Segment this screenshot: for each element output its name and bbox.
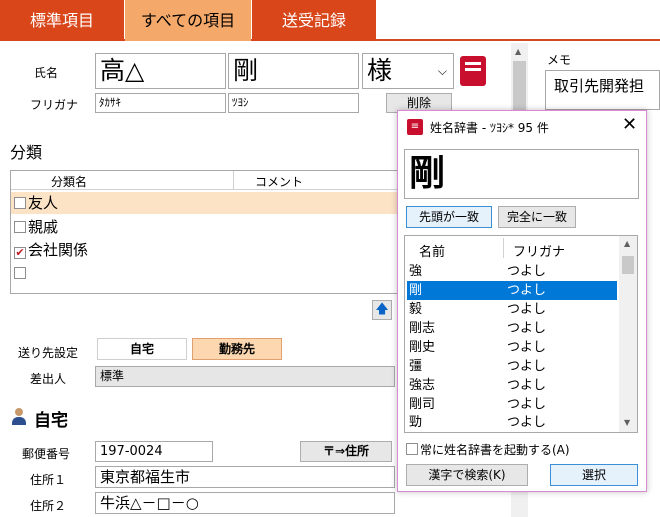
furigana-label: フリガナ — [30, 98, 79, 112]
dictionary-app-icon: ≡ — [407, 119, 423, 135]
name-dictionary-dialog: ≡ 姓名辞書 - ﾂﾖｼ* 95 件 ✕ 剛 先頭が一致 完全に一致 名前 フリ… — [397, 110, 647, 492]
home-heading: 自宅 — [34, 411, 68, 431]
item-kana: つよし — [507, 264, 547, 279]
item-kana: つよし — [507, 415, 547, 430]
postal-to-address-button[interactable]: 〒⇒住所 — [300, 441, 392, 462]
address1-label: 住所１ — [30, 473, 67, 487]
item-name: 剛史 — [409, 340, 436, 355]
name-label: 氏名 — [34, 66, 59, 80]
tab-all-items[interactable]: すべての項目 — [125, 0, 251, 41]
category-col-name: 分類名 — [51, 175, 88, 189]
item-name: 剛 — [409, 283, 423, 298]
list-item[interactable]: 強 つよし — [407, 262, 617, 281]
dialog-title: 姓名辞書 - ﾂﾖｼ* 95 件 — [430, 121, 549, 135]
category-row-label: 友人 — [28, 194, 59, 212]
tab-standard-items[interactable]: 標準項目 — [0, 0, 124, 41]
list-item[interactable]: 剛志 つよし — [407, 319, 617, 338]
category-row[interactable]: 親戚 — [14, 216, 58, 238]
results-scrollbar[interactable]: ▲ ▼ — [619, 236, 637, 432]
item-name: 強 — [409, 264, 423, 279]
send-setting-label: 送り先設定 — [18, 346, 79, 360]
always-launch-checkbox[interactable]: 常に姓名辞書を起動する(A) — [406, 441, 570, 458]
last-name-field[interactable]: 高△ — [95, 53, 226, 89]
always-launch-label: 常に姓名辞書を起動する(A) — [420, 443, 570, 457]
scroll-down-arrow-icon[interactable]: ▼ — [624, 418, 630, 427]
send-home-button[interactable]: 自宅 — [97, 338, 187, 360]
chevron-down-icon: ⌵ — [437, 64, 447, 78]
category-row-label: 親戚 — [28, 218, 59, 236]
tab-bar: 標準項目 すべての項目 送受記録 — [0, 0, 660, 41]
item-kana: つよし — [507, 302, 547, 317]
category-row[interactable]: ✔ 会社関係 — [14, 239, 88, 261]
item-kana: つよし — [507, 397, 547, 412]
checkbox[interactable] — [14, 267, 26, 279]
move-up-arrow-icon[interactable]: 🡅 — [372, 300, 392, 320]
postal-label: 郵便番号 — [22, 447, 71, 461]
sender-label: 差出人 — [30, 372, 67, 386]
person-icon — [10, 407, 28, 425]
last-kana-field[interactable]: ﾀｶｻｷ — [95, 93, 226, 113]
item-name: 剛志 — [409, 321, 436, 336]
first-kana-field[interactable]: ﾂﾖｼ — [228, 93, 359, 113]
item-kana: つよし — [507, 359, 547, 374]
honorific-select[interactable]: 様 ⌵ — [362, 53, 454, 89]
postal-code-field[interactable]: 197-0024 — [95, 441, 213, 462]
select-button[interactable]: 選択 — [550, 464, 638, 486]
close-icon[interactable]: ✕ — [622, 114, 637, 136]
item-kana: つよし — [507, 340, 547, 355]
category-header: 分類名 コメント — [11, 171, 404, 190]
tab-history[interactable]: 送受記録 — [252, 0, 376, 41]
results-col-kana: フリガナ — [513, 245, 566, 260]
list-item[interactable]: 彊 つよし — [407, 357, 617, 376]
exact-match-button[interactable]: 完全に一致 — [498, 206, 576, 228]
list-item[interactable]: 剛司 つよし — [407, 395, 617, 414]
sender-select[interactable]: 標準 — [95, 366, 395, 387]
item-name: 毅 — [409, 302, 423, 317]
memo-field[interactable]: 取引先開発担 — [545, 70, 660, 110]
address2-field[interactable]: 牛浜△－□－○ — [95, 492, 395, 514]
results-scrollbar-thumb[interactable] — [622, 256, 634, 274]
list-item-selected[interactable]: 剛 つよし — [407, 281, 617, 300]
list-item[interactable]: 毅 つよし — [407, 300, 617, 319]
item-name: 剛司 — [409, 397, 436, 412]
dictionary-book-icon[interactable] — [460, 56, 486, 86]
item-name: 強志 — [409, 378, 436, 393]
search-by-kanji-button[interactable]: 漢字で検索(K) — [406, 464, 528, 486]
category-row[interactable]: 友人 — [14, 192, 58, 214]
scroll-up-arrow-icon[interactable]: ▲ — [624, 239, 630, 248]
item-name: 彊 — [409, 359, 423, 374]
address2-label: 住所２ — [30, 499, 67, 513]
list-item[interactable]: 剛史 つよし — [407, 338, 617, 357]
category-row-label: 会社関係 — [28, 241, 89, 259]
list-item[interactable]: 強志 つよし — [407, 376, 617, 395]
results-col-name: 名前 — [419, 245, 446, 260]
item-kana: つよし — [507, 378, 547, 393]
checkbox[interactable] — [406, 443, 418, 455]
memo-label: メモ — [547, 53, 572, 67]
scroll-up-arrow-icon[interactable]: ▲ — [515, 47, 521, 56]
list-item[interactable]: 勁 つよし — [407, 413, 617, 432]
dictionary-results-list: 名前 フリガナ 強つよし 剛つよし 毅つよし 剛志 つよし 剛史 つよし 彊つよし … — [404, 235, 638, 433]
category-row[interactable] — [14, 262, 28, 284]
checkbox[interactable]: ✔ — [14, 247, 26, 259]
send-work-button[interactable]: 勤務先 — [192, 338, 282, 360]
category-heading: 分類 — [10, 143, 43, 162]
item-kana: つよし — [507, 283, 547, 298]
address1-field[interactable]: 東京都福生市 — [95, 466, 395, 488]
checkbox[interactable] — [14, 221, 26, 233]
honorific-value: 様 — [367, 56, 393, 85]
item-name: 勁 — [409, 415, 423, 430]
category-list: 分類名 コメント 友人 親戚 ✔ 会社関係 — [10, 170, 405, 294]
first-name-field[interactable]: 剛 — [228, 53, 359, 89]
prefix-match-button[interactable]: 先頭が一致 — [406, 206, 492, 228]
category-col-comment: コメント — [255, 175, 304, 189]
checkbox[interactable] — [14, 197, 26, 209]
dictionary-query-field[interactable]: 剛 — [404, 149, 639, 199]
item-kana: つよし — [507, 321, 547, 336]
